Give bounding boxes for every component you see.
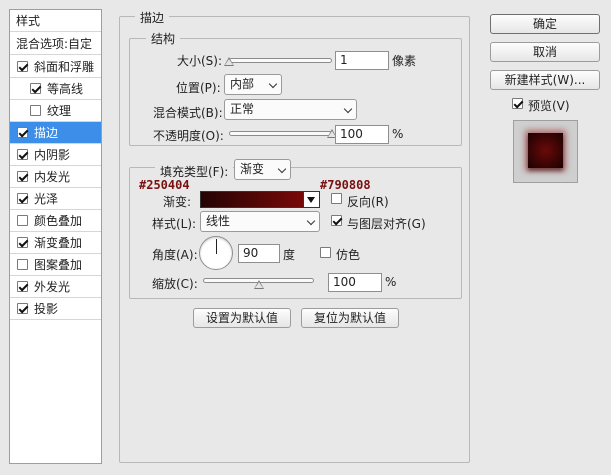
stroke-group-title: 描边 [135,9,170,26]
style-item-checkbox[interactable] [17,193,28,204]
style-preview-thumbnail [513,120,578,183]
style-item[interactable]: 纹理 [10,100,101,122]
blend-mode-value: 正常 [230,102,255,116]
reset-default-button[interactable]: 复位为默认值 [301,308,399,328]
gradient-end-hex: #790808 [320,178,371,192]
reverse-label: 反向(R) [347,195,389,209]
style-item-checkbox[interactable] [17,171,28,182]
reverse-checkbox[interactable] [331,193,342,204]
gradient-style-value: 线性 [206,214,231,228]
style-item-label: 光泽 [34,192,59,206]
style-item-label: 渐变叠加 [34,236,83,250]
gradient-style-select[interactable]: 线性 [200,211,320,232]
style-item-checkbox[interactable] [17,127,28,138]
style-item-label: 颜色叠加 [34,214,83,228]
style-item[interactable]: 外发光 [10,276,101,298]
dither-label: 仿色 [336,248,361,262]
styles-header[interactable]: 样式 [10,10,101,32]
size-slider-track[interactable] [229,58,332,63]
triangle-down-icon [307,197,315,203]
chevron-down-icon [306,216,316,226]
style-item-label: 斜面和浮雕 [34,60,95,74]
style-item[interactable]: 内阴影 [10,144,101,166]
angle-needle [216,239,217,254]
style-item-label: 投影 [34,302,59,316]
style-item-label: 内发光 [34,170,71,184]
new-style-button[interactable]: 新建样式(W)... [490,70,600,90]
scale-input[interactable]: 100 [328,273,382,292]
style-item[interactable]: 描边 [10,122,101,144]
style-item[interactable]: 投影 [10,298,101,320]
style-item-label: 内阴影 [34,148,71,162]
blend-options-item[interactable]: 混合选项:自定 [10,33,101,55]
style-item[interactable]: 颜色叠加 [10,210,101,232]
position-select[interactable]: 内部 [224,74,282,95]
style-item-label: 等高线 [47,82,84,96]
position-label: 位置(P): [176,81,221,95]
ok-button[interactable]: 确定 [490,14,600,34]
cancel-button[interactable]: 取消 [490,42,600,62]
style-item-checkbox[interactable] [30,105,41,116]
preview-swatch [528,133,563,168]
style-item-checkbox[interactable] [30,83,41,94]
size-input[interactable]: 1 [335,51,389,70]
dither-checkbox[interactable] [320,247,331,258]
fill-type-value: 渐变 [240,162,265,176]
blend-mode-select[interactable]: 正常 [224,99,357,120]
position-value: 内部 [230,77,255,91]
style-item-checkbox[interactable] [17,303,28,314]
make-default-button[interactable]: 设置为默认值 [193,308,291,328]
fill-type-select[interactable]: 渐变 [234,159,291,180]
style-item[interactable]: 内发光 [10,166,101,188]
opacity-label: 不透明度(O): [153,129,224,143]
gradient-dropdown-button[interactable] [304,191,320,208]
style-item[interactable]: 光泽 [10,188,101,210]
size-unit: 像素 [392,54,417,68]
gradient-swatch[interactable] [200,191,304,208]
preview-label: 预览(V) [528,99,570,113]
chevron-down-icon [277,164,287,174]
preview-checkbox[interactable] [512,98,523,109]
chevron-down-icon [268,79,278,89]
size-slider-thumb[interactable] [224,57,234,66]
style-item-checkbox[interactable] [17,61,28,72]
style-item-checkbox[interactable] [17,281,28,292]
angle-input[interactable]: 90 [238,244,280,263]
scale-label: 缩放(C): [152,277,198,291]
align-with-layer-checkbox[interactable] [331,215,342,226]
angle-dial[interactable] [199,236,233,270]
style-item-label: 描边 [34,126,59,140]
style-item[interactable]: 渐变叠加 [10,232,101,254]
scale-slider-thumb[interactable] [253,280,264,289]
angle-unit: 度 [283,248,296,262]
style-item-checkbox[interactable] [17,237,28,248]
style-item[interactable]: 图案叠加 [10,254,101,276]
style-item-checkbox[interactable] [17,259,28,270]
opacity-slider-track[interactable] [229,131,332,136]
opacity-unit: % [392,127,404,141]
style-item-label: 外发光 [34,280,71,294]
scale-unit: % [385,275,397,289]
styles-list-panel: 样式 混合选项:自定 斜面和浮雕等高线纹理描边内阴影内发光光泽颜色叠加渐变叠加图… [9,9,102,464]
opacity-input[interactable]: 100 [335,125,389,144]
gradient-start-hex: #250404 [139,178,190,192]
gradient-label: 渐变: [163,195,192,209]
structure-group-title: 结构 [146,30,181,47]
align-with-layer-label: 与图层对齐(G) [347,217,426,231]
style-label: 样式(L): [152,217,197,231]
angle-label: 角度(A): [152,248,198,262]
chevron-down-icon [343,104,353,114]
size-label: 大小(S): [177,54,223,68]
blend-options-label: 混合选项:自定 [16,37,93,51]
style-item-label: 图案叠加 [34,258,83,272]
style-item[interactable]: 斜面和浮雕 [10,56,101,78]
style-item-checkbox[interactable] [17,149,28,160]
style-item-checkbox[interactable] [17,215,28,226]
style-item-label: 纹理 [47,104,72,118]
blend-mode-label: 混合模式(B): [153,106,223,120]
styles-title: 样式 [16,14,41,28]
style-item[interactable]: 等高线 [10,78,101,100]
